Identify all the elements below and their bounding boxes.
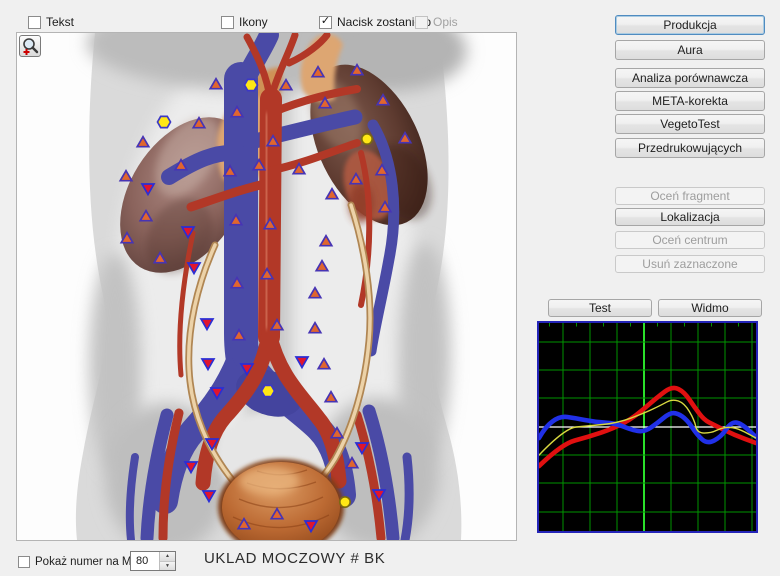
ocen-fragment-button: Oceń fragment [615, 187, 765, 205]
marker-hex[interactable] [158, 116, 171, 127]
widmo-button[interactable]: Widmo [658, 299, 762, 317]
aura-button[interactable]: Aura [615, 40, 765, 60]
meta-korekta-button[interactable]: META-korekta [615, 91, 765, 111]
usun-zaznaczone-button: Usuń zaznaczone [615, 255, 765, 273]
vegetotest-button[interactable]: VegetoTest [615, 114, 765, 134]
checkbox-label: Ikony [239, 15, 268, 29]
checkbox-box[interactable] [221, 16, 234, 29]
checkbox-label: Tekst [46, 15, 74, 29]
checkbox-box[interactable] [18, 556, 30, 568]
checkbox-opis: Opis [415, 15, 458, 29]
checkbox-box [415, 16, 428, 29]
spinner-down-icon[interactable]: ▼ [160, 562, 175, 571]
produkcja-button[interactable]: Produkcja [615, 15, 765, 35]
przedrukowujacych-button[interactable]: Przedrukowujących [615, 138, 765, 158]
magnifier-plus-icon[interactable] [19, 35, 41, 57]
checkbox-label: Opis [433, 15, 458, 29]
marker-dot[interactable] [340, 497, 350, 507]
test-button[interactable]: Test [548, 299, 652, 317]
anatomy-image-panel [16, 32, 517, 541]
spectrum-graph [537, 321, 758, 533]
lokalizacja-button[interactable]: Lokalizacja [615, 208, 765, 226]
marker-number-spinner[interactable]: 80 ▲ ▼ [130, 551, 176, 571]
marker-dot[interactable] [362, 134, 372, 144]
checkbox-box[interactable] [28, 16, 41, 29]
ocen-centrum-button: Oceń centrum [615, 231, 765, 249]
checkbox-box[interactable] [319, 16, 332, 29]
checkbox-ikony[interactable]: Ikony [221, 15, 268, 29]
page-title: UKLAD MOCZOWY # BK [204, 550, 385, 567]
checkbox-tekst[interactable]: Tekst [28, 15, 74, 29]
analiza-porownawcza-button[interactable]: Analiza porównawcza [615, 68, 765, 88]
nls-diagnostic-window: { "toolbar": { "checkboxes": [ {"label":… [0, 0, 780, 576]
marker-hex[interactable] [262, 385, 275, 396]
spinner-up-icon[interactable]: ▲ [160, 552, 175, 562]
spinner-value[interactable]: 80 [131, 552, 159, 570]
urinary-system-illustration [17, 33, 516, 540]
marker-hex[interactable] [245, 79, 258, 90]
